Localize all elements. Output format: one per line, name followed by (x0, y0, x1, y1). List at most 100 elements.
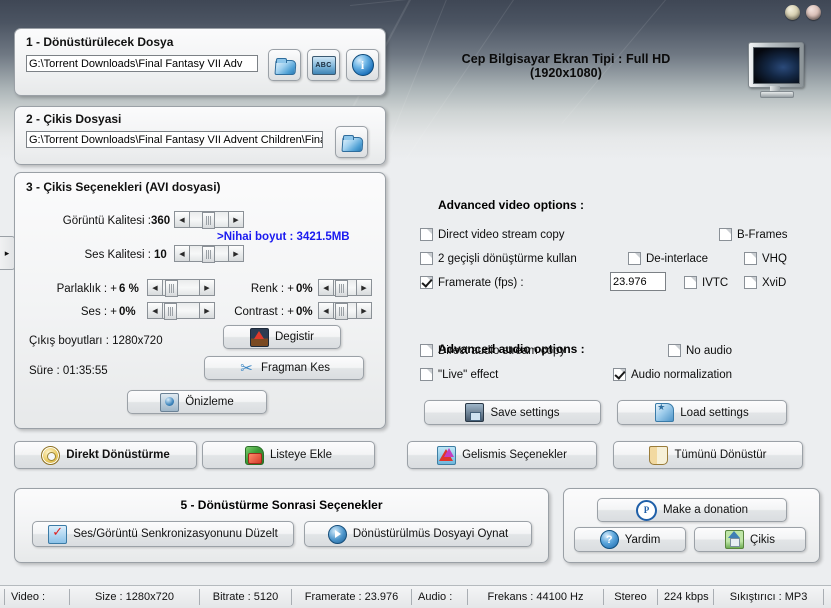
checkbox-label: Framerate (fps) : (438, 276, 524, 289)
audio-quality-spinner[interactable]: ◀ ▶ (174, 245, 244, 263)
browse-input-file-button[interactable] (268, 49, 301, 81)
checkbox-vhq[interactable]: VHQ (744, 252, 787, 265)
checkbox-icon[interactable] (420, 228, 433, 241)
section1-title: 1 - Dönüstürülecek Dosya (26, 35, 174, 49)
video-quality-handle[interactable] (202, 212, 215, 229)
output-file-field[interactable]: G:\Torrent Downloads\Final Fantasy VII A… (26, 131, 323, 148)
donation-button[interactable]: P Make a donation (597, 498, 787, 522)
file-info-button[interactable]: i (346, 49, 379, 81)
color-track[interactable] (334, 279, 356, 297)
audio-quality-handle[interactable] (202, 246, 215, 263)
decorative-streak (350, 0, 831, 6)
brightness-decrease[interactable]: ◀ (147, 279, 163, 296)
play-converted-label: Dönüstürülmüs Dosyayi Oynat (352, 528, 509, 540)
checkbox-live-effect[interactable]: "Live" effect (420, 368, 498, 381)
close-button[interactable] (806, 5, 821, 20)
left-expander-tab[interactable]: ▸ (0, 236, 15, 270)
video-quality-decrease[interactable]: ◀ (174, 211, 190, 228)
volume-track[interactable] (163, 302, 199, 320)
status-frequency: Frekans : 44100 Hz (468, 589, 604, 605)
checkbox-audio-normalization[interactable]: Audio normalization (613, 368, 732, 381)
volume-handle[interactable] (164, 303, 177, 320)
checkbox-label: Direct video stream copy (438, 228, 565, 241)
checkbox-framerate[interactable]: Framerate (fps) : (420, 276, 524, 289)
video-quality-value: 360 (151, 215, 171, 227)
fix-sync-button[interactable]: Ses/Görüntü Senkronizasyonunu Düzelt (32, 521, 294, 547)
add-to-list-button[interactable]: Listeye Ekle (202, 441, 375, 469)
status-bar: Video : Size : 1280x720 Bitrate : 5120 F… (0, 585, 831, 608)
checkbox-icon[interactable] (744, 276, 757, 289)
contrast-track[interactable] (334, 302, 356, 320)
checkbox-icon[interactable] (719, 228, 732, 241)
checkbox-icon[interactable] (628, 252, 641, 265)
play-icon (327, 524, 347, 544)
color-handle[interactable] (335, 280, 348, 297)
convert-all-button[interactable]: Tümünü Dönüstür (613, 441, 803, 469)
trim-button[interactable]: ✂ Fragman Kes (204, 356, 364, 380)
checkbox-two-pass[interactable]: 2 geçişli dönüştürme kullan (420, 252, 577, 265)
audio-quality-decrease[interactable]: ◀ (174, 245, 190, 262)
preview-button[interactable]: Önizleme (127, 390, 267, 414)
volume-label: Ses : + (80, 306, 117, 318)
contrast-increase[interactable]: ▶ (356, 302, 372, 319)
minimize-button[interactable] (785, 5, 800, 20)
color-decrease[interactable]: ◀ (318, 279, 334, 296)
contrast-decrease[interactable]: ◀ (318, 302, 334, 319)
brightness-handle[interactable] (165, 280, 178, 297)
advanced-options-button[interactable]: Gelismis Seçenekler (407, 441, 597, 469)
duration-label: Süre : 01:35:55 (29, 365, 108, 377)
direct-convert-label: Direkt Dönüstürme (66, 449, 170, 461)
contrast-spinner[interactable]: ◀ ▶ (318, 302, 372, 320)
input-file-field[interactable]: G:\Torrent Downloads\Final Fantasy VII A… (26, 55, 258, 72)
clip-icon: ✂ (240, 359, 253, 377)
browse-output-file-button[interactable] (335, 126, 368, 158)
checkbox-icon[interactable] (613, 368, 626, 381)
checkbox-icon[interactable] (420, 344, 433, 357)
video-quality-spinner[interactable]: ◀ ▶ (174, 211, 244, 229)
save-settings-button[interactable]: Save settings (424, 400, 601, 425)
contrast-handle[interactable] (335, 303, 348, 320)
color-increase[interactable]: ▶ (356, 279, 372, 296)
checkbox-icon[interactable] (684, 276, 697, 289)
checkbox-direct-video-stream-copy[interactable]: Direct video stream copy (420, 228, 565, 241)
volume-decrease[interactable]: ◀ (147, 302, 163, 319)
brightness-track[interactable] (163, 279, 199, 297)
help-button[interactable]: ? Yardim (574, 527, 686, 552)
load-settings-button[interactable]: Load settings (617, 400, 787, 425)
checkbox-no-audio[interactable]: No audio (668, 344, 732, 357)
checkbox-direct-audio-stream-copy[interactable]: Direct audio stream copy (420, 344, 565, 357)
subtitle-file-button[interactable]: ABC (307, 49, 340, 81)
exit-button[interactable]: Çikis (694, 527, 806, 552)
audio-quality-track[interactable] (190, 245, 228, 263)
home-icon (725, 530, 745, 549)
checkbox-icon[interactable] (420, 252, 433, 265)
framerate-input[interactable]: 23.976 (610, 272, 666, 291)
image-icon (250, 327, 269, 347)
folder-icon (342, 134, 362, 151)
audio-quality-label: Ses Kalitesi : (84, 249, 151, 261)
checkbox-ivtc[interactable]: IVTC (684, 276, 728, 289)
video-quality-increase[interactable]: ▶ (228, 211, 244, 228)
direct-convert-button[interactable]: Direkt Dönüstürme (14, 441, 197, 469)
abc-icon: ABC (311, 55, 336, 75)
checkbox-icon[interactable] (668, 344, 681, 357)
checkbox-icon[interactable] (420, 276, 433, 289)
status-framerate: Framerate : 23.976 (292, 589, 412, 605)
sync-icon (48, 524, 68, 544)
checkbox-b-frames[interactable]: B-Frames (719, 228, 787, 241)
checkbox-label: IVTC (702, 276, 729, 289)
checkbox-icon[interactable] (744, 252, 757, 265)
change-size-button[interactable]: Degistir (223, 325, 341, 349)
video-quality-track[interactable] (190, 211, 228, 229)
checkbox-icon[interactable] (420, 368, 433, 381)
output-dimensions-label: Çıkış boyutları : 1280x720 (29, 335, 163, 347)
checkbox-de-interlace[interactable]: De-interlace (628, 252, 708, 265)
status-bitrate: Bitrate : 5120 (200, 589, 292, 605)
preview-icon (160, 392, 180, 412)
color-spinner[interactable]: ◀ ▶ (318, 279, 372, 297)
brightness-spinner[interactable]: ◀ ▶ (147, 279, 215, 297)
checkbox-xvid[interactable]: XviD (744, 276, 786, 289)
audio-quality-increase[interactable]: ▶ (228, 245, 244, 262)
convert-all-label: Tümünü Dönüstür (674, 449, 767, 461)
play-converted-button[interactable]: Dönüstürülmüs Dosyayi Oynat (304, 521, 532, 547)
